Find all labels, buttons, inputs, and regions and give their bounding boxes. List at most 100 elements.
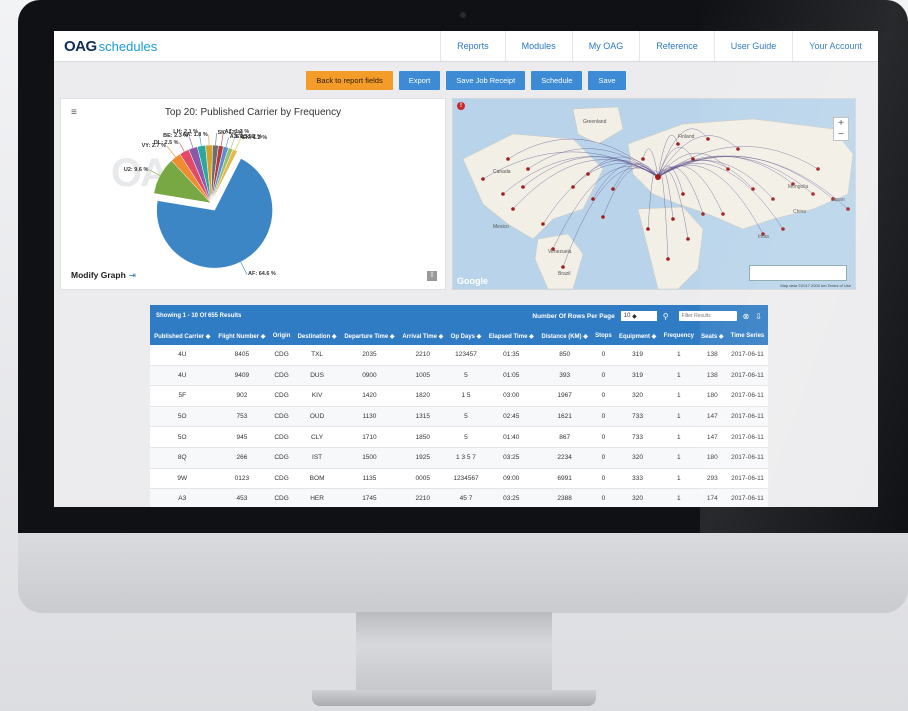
column-header[interactable]: Distance (KM) ◆: [537, 327, 592, 345]
airport-marker[interactable]: [726, 167, 730, 171]
download-icon[interactable]: ⇩: [427, 271, 437, 281]
table-cell: 850: [537, 345, 592, 366]
table-cell: 1 5: [447, 385, 485, 407]
save-button[interactable]: Save: [588, 70, 626, 90]
airport-marker[interactable]: [671, 217, 675, 221]
column-header[interactable]: Flight Number ◆: [214, 327, 270, 345]
table-cell: 393: [537, 365, 592, 387]
pie-label-line: [188, 136, 194, 148]
column-header[interactable]: Frequency: [660, 327, 698, 345]
airport-marker[interactable]: [816, 167, 820, 171]
column-header[interactable]: Published Carrier ◆: [150, 327, 215, 345]
airport-marker[interactable]: [676, 142, 680, 146]
table-cell: 733: [615, 406, 661, 428]
column-header[interactable]: Elapsed Time ◆: [484, 327, 538, 345]
column-header[interactable]: Time Series: [726, 327, 768, 345]
airport-marker[interactable]: [611, 187, 615, 191]
column-header[interactable]: Stops: [591, 327, 616, 345]
table-row[interactable]: 5O 945 CDG CLY 1710 1850 5 01:40 867 0 733 1 147 2017…: [150, 426, 768, 448]
table-cell: 45 7: [447, 488, 485, 507]
clear-filter-icon[interactable]: ⊗: [743, 312, 750, 321]
column-header[interactable]: Arrival Time ◆: [398, 327, 448, 345]
airport-marker[interactable]: [481, 177, 485, 181]
airport-marker[interactable]: [781, 227, 785, 231]
nav-your-account[interactable]: Your Account: [792, 31, 878, 61]
rows-per-page-select[interactable]: 10 ◆: [620, 311, 657, 321]
nav-user-guide[interactable]: User Guide: [713, 31, 793, 61]
airport-marker[interactable]: [526, 167, 530, 171]
nav-reference[interactable]: Reference: [639, 31, 714, 61]
table-export-icon[interactable]: ⇩: [755, 312, 762, 321]
airport-marker[interactable]: [506, 157, 510, 161]
airport-marker[interactable]: [561, 265, 565, 269]
airport-marker[interactable]: [701, 212, 705, 216]
airport-marker[interactable]: [601, 215, 605, 219]
zoom-out-button[interactable]: −: [834, 129, 848, 140]
airport-marker[interactable]: [721, 212, 725, 216]
airport-marker[interactable]: [541, 222, 545, 226]
airport-marker[interactable]: [691, 157, 695, 161]
map-label-venezuela: Venezuela: [548, 249, 572, 255]
back-to-report-fields-button[interactable]: Back to report fields: [306, 70, 393, 90]
table-row[interactable]: 9W 0123 CDG BOM 1135 0005 1234567 09:00 6991 0 333…: [150, 468, 768, 490]
nav-reports[interactable]: Reports: [440, 31, 505, 61]
table-cell: 2210: [398, 345, 448, 366]
map-search-box[interactable]: [749, 265, 847, 281]
table-body: 4U 8405 CDG TXL 2035 2210 123457 01:35 850 0 319 1 1…: [150, 345, 768, 507]
table-row[interactable]: 5F 902 CDG KIV 1420 1820 1 5 03:00 1967 0 320 1 180 2…: [150, 385, 768, 407]
airport-marker[interactable]: [771, 197, 775, 201]
column-header[interactable]: Op Days ◆: [447, 327, 485, 345]
airport-marker[interactable]: [571, 185, 575, 189]
table-cell: 1500: [340, 447, 399, 469]
table-cell: 0005: [398, 468, 448, 490]
monitor-stand: [356, 612, 552, 694]
airport-marker[interactable]: [521, 185, 525, 189]
airport-marker[interactable]: [646, 227, 650, 231]
modify-graph-link[interactable]: Modify Graph ⇥: [71, 270, 136, 281]
table-cell: 733: [615, 426, 661, 448]
modify-graph-label: Modify Graph: [71, 270, 126, 280]
column-header[interactable]: Equipment ◆: [615, 327, 661, 345]
filter-results-input[interactable]: [678, 311, 737, 321]
airport-marker[interactable]: [706, 137, 710, 141]
table-row[interactable]: 4U 8405 CDG TXL 2035 2210 123457 01:35 850 0 319 1 1…: [150, 345, 768, 366]
table-row[interactable]: 4U 9409 CDG DUS 0900 1005 5 01:05 393 0 319 1 138 201…: [150, 365, 768, 387]
airport-marker[interactable]: [686, 237, 690, 241]
edit-icon: ⇥: [128, 270, 136, 280]
table-row[interactable]: 8Q 266 CDG IST 1500 1925 1 3 5 7 03:25 2234 0 320 1…: [150, 447, 768, 469]
table-cell: CDG: [269, 488, 294, 507]
pie-label-aa: AA: 1.8 %: [182, 132, 208, 139]
airport-marker[interactable]: [811, 192, 815, 196]
column-header[interactable]: Departure Time ◆: [340, 327, 399, 345]
column-header[interactable]: Origin: [269, 327, 294, 345]
table-cell: A3: [150, 488, 215, 507]
table-row[interactable]: 5O 753 CDG OUD 1130 1315 5 02:45 1621 0 733 1 147 201…: [150, 406, 768, 428]
zoom-in-button[interactable]: +: [834, 118, 848, 129]
nav-modules[interactable]: Modules: [504, 31, 572, 61]
airport-marker[interactable]: [641, 157, 645, 161]
airport-marker[interactable]: [591, 197, 595, 201]
nav-my-oag[interactable]: My OAG: [571, 31, 640, 61]
chart-panel: OAG ≡ Top 20: Published Carrier by Frequ…: [60, 98, 446, 290]
column-header[interactable]: Seats ◆: [697, 327, 727, 345]
airport-marker[interactable]: [511, 207, 515, 211]
export-button[interactable]: Export: [398, 70, 441, 90]
map-label-japan: Japan: [831, 197, 845, 203]
table-cell: 1005: [398, 365, 448, 387]
airport-marker[interactable]: [666, 257, 670, 261]
info-alert-icon[interactable]: !: [457, 102, 465, 110]
table-row[interactable]: A3 453 CDG HER 1745 2210 45 7 03:25 2388 0 320 1 174…: [150, 488, 768, 507]
save-job-receipt-button[interactable]: Save Job Receipt: [446, 70, 526, 90]
airport-marker[interactable]: [846, 207, 850, 211]
airport-marker[interactable]: [751, 187, 755, 191]
table-cell: HER: [293, 488, 341, 507]
airport-marker[interactable]: [586, 172, 590, 176]
airport-marker[interactable]: [681, 192, 685, 196]
hub-airport-marker[interactable]: [655, 174, 661, 180]
app-logo[interactable]: OAG schedules: [64, 38, 157, 55]
route-map[interactable]: [453, 99, 855, 289]
airport-marker[interactable]: [501, 192, 505, 196]
schedule-button[interactable]: Schedule: [531, 70, 583, 90]
airport-marker[interactable]: [736, 147, 740, 151]
column-header[interactable]: Destination ◆: [293, 327, 341, 345]
